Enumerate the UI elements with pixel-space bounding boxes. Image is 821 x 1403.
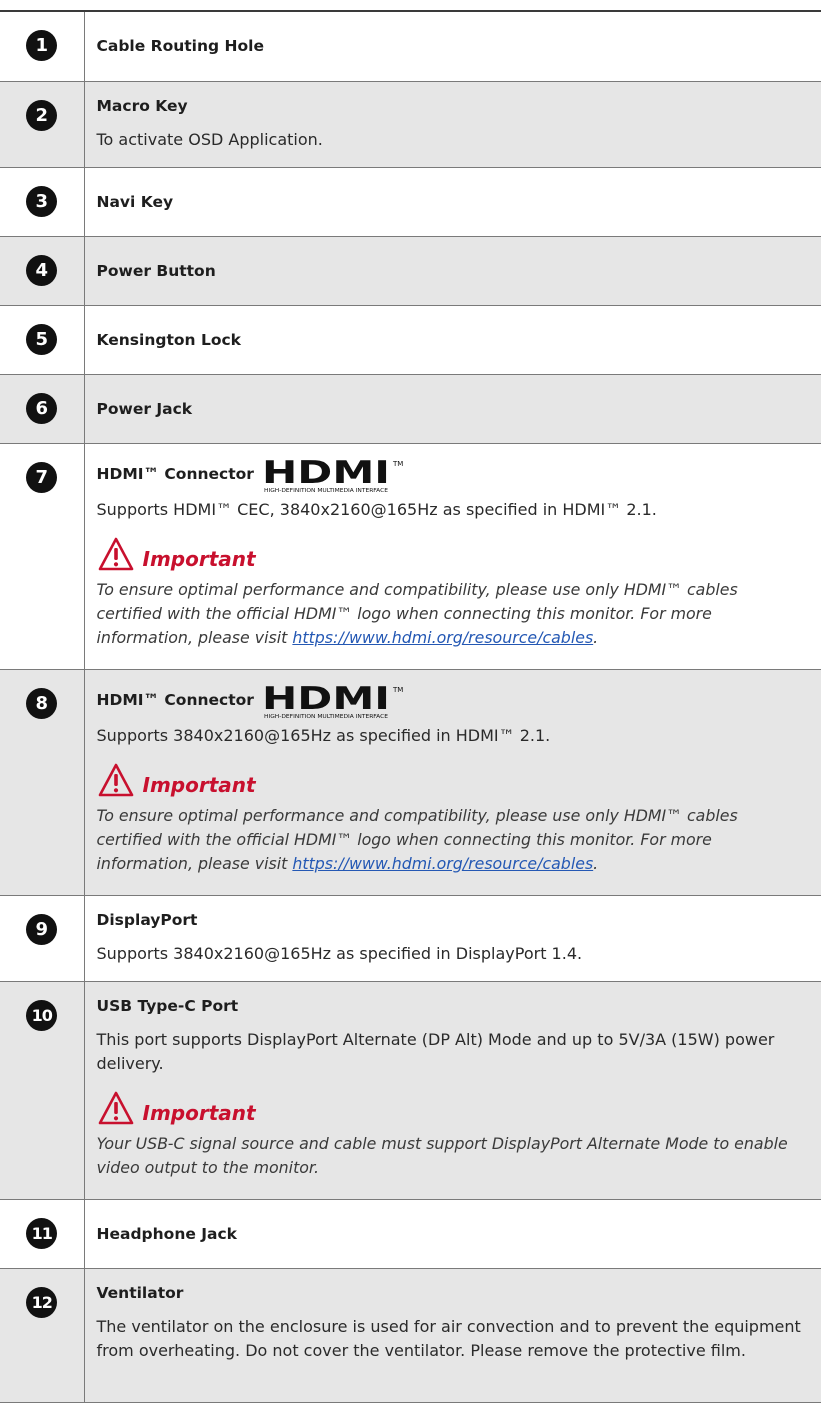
svg-text:TM: TM [392, 460, 403, 468]
row-title: USB Type-C Port [96, 996, 239, 1015]
row-title: Kensington Lock [96, 330, 241, 349]
number-badge-4: 4 [26, 254, 58, 286]
row-description: Supports 3840x2160@165Hz as specified in… [96, 943, 583, 963]
hdmi-logo: HDMI TM HIGH-DEFINITION MULTIMEDIA INTER… [262, 458, 403, 494]
important-callout: Important [97, 536, 808, 572]
number-badge-3: 3 [26, 185, 58, 217]
row-title: Cable Routing Hole [96, 37, 264, 55]
row-title: Power Button [96, 261, 216, 280]
svg-text:HDMI: HDMI [262, 458, 390, 491]
row-description: This port supports DisplayPort Alternate… [96, 1029, 775, 1073]
number-badge-7: 7 [26, 461, 58, 493]
important-label: Important [142, 546, 256, 571]
important-callout: Important [97, 1090, 808, 1126]
spec-row-3: 3 Navi Key [0, 166, 821, 237]
spec-row-1: 1 Cable Routing Hole [0, 10, 821, 82]
row-title: DisplayPort [96, 910, 198, 929]
hdmi-logo: HDMI TM HIGH-DEFINITION MULTIMEDIA INTER… [262, 684, 403, 720]
svg-text:HIGH-DEFINITION MULTIMEDIA INT: HIGH-DEFINITION MULTIMEDIA INTERFACE [264, 714, 388, 720]
spec-row-2: 2 Macro Key To activate OSD Application. [0, 80, 821, 168]
hdmi-cables-link[interactable]: https://www.hdmi.org/resource/cables [292, 854, 593, 873]
important-label: Important [142, 772, 256, 797]
spec-row-8: 8 HDMI™ Connector HDMI TM HIGH-DEFINITIO… [0, 668, 821, 896]
spec-row-4: 4 Power Button [0, 235, 821, 306]
number-badge-12: 12 [26, 1286, 58, 1318]
row-description: Supports 3840x2160@165Hz as specified in… [96, 725, 551, 745]
warning-icon [98, 537, 133, 570]
important-callout: Important [97, 762, 808, 798]
spec-row-11: 11 Headphone Jack [0, 1198, 821, 1269]
hdmi-cables-link[interactable]: https://www.hdmi.org/resource/cables [292, 628, 593, 647]
spec-row-7: 7 HDMI™ Connector HDMI TM HIGH-DEFINITIO… [0, 442, 821, 670]
number-badge-6: 6 [26, 392, 58, 424]
svg-text:TM: TM [392, 686, 403, 694]
number-badge-8: 8 [26, 687, 58, 719]
warning-icon [98, 763, 133, 796]
important-note: Your USB-C signal source and cable must … [96, 1133, 788, 1177]
row-description: Supports HDMI™ CEC, 3840x2160@165Hz as s… [96, 499, 657, 519]
svg-text:HIGH-DEFINITION MULTIMEDIA INT: HIGH-DEFINITION MULTIMEDIA INTERFACE [264, 488, 388, 494]
row-title: Macro Key [96, 96, 188, 115]
number-badge-11: 11 [26, 1217, 58, 1249]
connector-spec-table: 1 Cable Routing Hole 2 Macro Key To acti… [0, 10, 821, 1403]
important-note: To ensure optimal performance and compat… [96, 805, 738, 873]
spec-row-5: 5 Kensington Lock [0, 304, 821, 375]
row-title: Ventilator [96, 1283, 184, 1302]
number-badge-2: 2 [26, 99, 58, 131]
row-title: Navi Key [96, 192, 174, 211]
number-badge-10: 10 [26, 999, 58, 1031]
row-title: HDMI™ Connector [96, 464, 254, 483]
spec-row-12: 12 Ventilator The ventilator on the encl… [0, 1267, 821, 1403]
spec-row-6: 6 Power Jack [0, 373, 821, 444]
important-label: Important [142, 1100, 256, 1125]
warning-icon [98, 1091, 133, 1124]
svg-text:HDMI: HDMI [262, 684, 390, 717]
spec-row-10: 10 USB Type-C Port This port supports Di… [0, 980, 821, 1200]
number-badge-5: 5 [26, 323, 58, 355]
row-description: To activate OSD Application. [96, 129, 323, 149]
row-title: Headphone Jack [96, 1224, 237, 1243]
important-note: To ensure optimal performance and compat… [96, 579, 738, 647]
spec-row-9: 9 DisplayPort Supports 3840x2160@165Hz a… [0, 894, 821, 982]
row-title: Power Jack [96, 399, 193, 418]
number-badge-9: 9 [26, 913, 58, 945]
number-badge-1: 1 [26, 30, 58, 61]
row-description: The ventilator on the enclosure is used … [96, 1316, 801, 1360]
row-title: HDMI™ Connector [96, 690, 254, 709]
